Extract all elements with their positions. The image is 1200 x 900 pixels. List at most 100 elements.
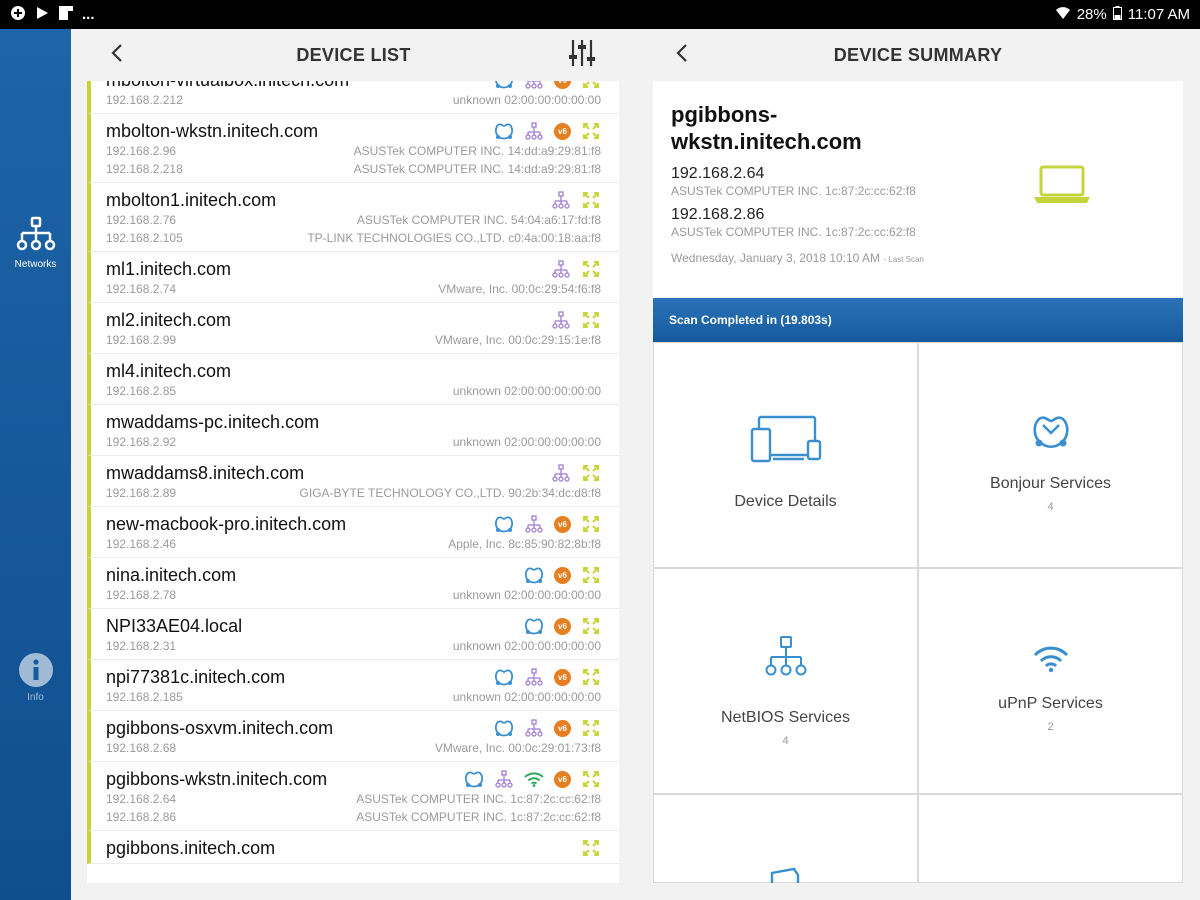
device-address-line: 192.168.2.31 unknown 02:00:00:00:00:00 bbox=[106, 637, 601, 655]
last-scan-date: Wednesday, January 3, 2018 10:10 AM - La… bbox=[671, 251, 924, 265]
tile-partial-right[interactable] bbox=[918, 794, 1183, 883]
device-service-icons: v6 bbox=[524, 564, 601, 586]
device-list-item[interactable]: mwaddams-pc.initech.com 192.168.2.92 unkno… bbox=[87, 405, 619, 456]
netbios-icon bbox=[551, 310, 571, 330]
ipv6-icon: v6 bbox=[554, 617, 571, 635]
ipv6-icon: v6 bbox=[554, 719, 571, 737]
device-service-icons: v6 bbox=[494, 81, 601, 91]
device-service-icons bbox=[551, 462, 601, 484]
bonjour-icon bbox=[494, 718, 514, 738]
device-list-item[interactable]: mbolton1.initech.com 192.168.2.76 ASUSTek … bbox=[87, 183, 619, 252]
netbios-icon bbox=[551, 259, 571, 279]
device-address-line: 192.168.2.76 ASUSTek COMPUTER INC. 54:04:… bbox=[106, 211, 601, 229]
device-list-scroll: mbolton-virtualbox.initech.comv6192.168.… bbox=[87, 81, 619, 864]
upnp-icon bbox=[581, 514, 601, 534]
device-ip: 192.168.2.105 bbox=[106, 231, 183, 245]
wifi-icon bbox=[524, 769, 544, 789]
upnp-icon bbox=[581, 838, 601, 858]
ipv6-icon: v6 bbox=[554, 668, 571, 686]
device-address-line: 192.168.2.46 Apple, Inc. 8c:85:90:82:8b:f… bbox=[106, 535, 601, 553]
netbios-services-tile[interactable]: NetBIOS Services 4 bbox=[653, 568, 918, 794]
device-list-item[interactable]: pgibbons-osxvm.initech.com v6 192.168.2.68… bbox=[87, 711, 619, 762]
netbios-icon bbox=[524, 667, 544, 687]
device-vendor-mac: unknown 02:00:00:00:00:00 bbox=[452, 384, 601, 398]
device-list-item[interactable]: ml4.initech.com 192.168.2.85 unknown 02:00… bbox=[87, 354, 619, 405]
wifi-signal-icon bbox=[1055, 6, 1071, 24]
device-list-item[interactable]: NPI33AE04.local v6 192.168.2.31 unknown 02:… bbox=[87, 609, 619, 660]
device-vendor-mac: Apple, Inc. 8c:85:90:82:8b:f8 bbox=[448, 537, 601, 551]
device-service-icons: v6 bbox=[494, 120, 601, 142]
system-status: 28% 11:07 AM bbox=[1055, 5, 1190, 24]
device-address-line: 192.168.2.64 ASUSTek COMPUTER INC. 1c:87:… bbox=[106, 790, 601, 808]
device-address-line: 192.168.2.218 ASUSTek COMPUTER INC. 14:dd… bbox=[106, 160, 601, 178]
upnp-icon bbox=[581, 463, 601, 483]
device-ip: 192.168.2.74 bbox=[106, 282, 177, 296]
bonjour-icon bbox=[494, 81, 514, 90]
filter-button[interactable] bbox=[566, 39, 598, 71]
network-icon bbox=[0, 215, 71, 255]
device-address-line: 192.168.2.74 VMware, Inc. 00:0c:29:54:f6:… bbox=[106, 280, 601, 298]
ipv6-icon: v6 bbox=[554, 81, 571, 89]
add-circle-icon bbox=[10, 5, 26, 25]
devices-icon bbox=[654, 415, 917, 463]
wifi-icon bbox=[919, 645, 1182, 673]
netbios-icon bbox=[551, 463, 571, 483]
device-ip: 192.168.2.68 bbox=[106, 741, 177, 755]
bonjour-services-tile[interactable]: Bonjour Services 4 bbox=[918, 342, 1183, 568]
device-list-item[interactable]: mbolton-virtualbox.initech.comv6192.168.… bbox=[87, 81, 619, 114]
device-ip: 192.168.2.89 bbox=[106, 486, 177, 500]
info-icon bbox=[0, 652, 71, 688]
device-list-item[interactable]: ml2.initech.com 192.168.2.99 VMware, Inc. … bbox=[87, 303, 619, 354]
tile-partial-left[interactable] bbox=[653, 794, 918, 883]
device-service-icons: v6 bbox=[524, 615, 601, 637]
device-address-line: 192.168.2.68 VMware, Inc. 00:0c:29:01:73:… bbox=[106, 739, 601, 757]
notification-icons: ... bbox=[10, 5, 95, 25]
sidebar-item-networks[interactable]: Networks bbox=[0, 215, 71, 270]
device-ip: 192.168.2.64 bbox=[106, 792, 177, 806]
upnp-icon bbox=[581, 565, 601, 585]
summary-title: DEVICE SUMMARY bbox=[833, 44, 1003, 65]
device-list-item[interactable]: pgibbons-wkstn.initech.com v6 192.168.2.64… bbox=[87, 762, 619, 831]
device-list-item[interactable]: npi77381c.initech.com v6 192.168.2.185 unkn… bbox=[87, 660, 619, 711]
device-list-item[interactable]: new-macbook-pro.initech.com v6 192.168.2.4… bbox=[87, 507, 619, 558]
device-list-item[interactable]: nina.initech.com v6 192.168.2.78 unknown 02… bbox=[87, 558, 619, 609]
device-ip: 192.168.2.185 bbox=[106, 690, 183, 704]
scan-status-banner: Scan Completed in (19.803s) bbox=[653, 298, 1183, 342]
laptop-icon bbox=[1033, 165, 1091, 210]
device-list-item[interactable]: pgibbons.initech.com bbox=[87, 831, 619, 864]
upnp-icon bbox=[581, 667, 601, 687]
device-hostname: mwaddams8.initech.com bbox=[106, 463, 305, 483]
tile-count: 4 bbox=[782, 735, 789, 747]
device-ip: 192.168.2.99 bbox=[106, 333, 177, 347]
device-list-item[interactable]: mbolton-wkstn.initech.com v6 192.168.2.96 A… bbox=[87, 114, 619, 183]
netbios-icon bbox=[524, 81, 544, 90]
device-address-line: 192.168.2.96 ASUSTek COMPUTER INC. 14:dd:… bbox=[106, 142, 601, 160]
device-service-icons bbox=[551, 309, 601, 331]
device-ip: 192.168.2.78 bbox=[106, 588, 177, 602]
device-details-tile[interactable]: Device Details bbox=[653, 342, 918, 568]
device-service-icons: v6 bbox=[464, 768, 601, 790]
device-hostname: pgibbons.initech.com bbox=[106, 838, 276, 858]
device-address-line: 192.168.2.92 unknown 02:00:00:00:00:00 bbox=[106, 433, 601, 451]
upnp-icon bbox=[581, 121, 601, 141]
device-service-icons: v6 bbox=[494, 513, 601, 535]
device-address-line: 192.168.2.86 ASUSTek COMPUTER INC. 1c:87:… bbox=[106, 808, 601, 826]
bonjour-icon bbox=[919, 413, 1182, 451]
sidebar-item-info[interactable]: Info bbox=[0, 652, 71, 703]
device-summary-back-button[interactable] bbox=[670, 43, 694, 67]
upnp-icon bbox=[581, 310, 601, 330]
device-list-item[interactable]: mwaddams8.initech.com 192.168.2.89 GIGA-BY… bbox=[87, 456, 619, 507]
device-hostname: mbolton1.initech.com bbox=[106, 190, 277, 210]
netbios-icon bbox=[494, 769, 514, 789]
device-list-back-button[interactable] bbox=[105, 43, 129, 67]
device-name: pgibbons-wkstn.initech.com bbox=[671, 102, 862, 154]
upnp-services-tile[interactable]: uPnP Services 2 bbox=[918, 568, 1183, 794]
device-ip: 192.168.2.86 bbox=[106, 810, 177, 824]
device-hostname: ml4.initech.com bbox=[106, 361, 232, 381]
device-address-line: 192.168.2.185 unknown 02:00:00:00:00:00 bbox=[106, 688, 601, 706]
ipv6-icon: v6 bbox=[554, 566, 571, 584]
tile-label: Device Details bbox=[734, 493, 837, 510]
device-list-item[interactable]: ml1.initech.com 192.168.2.74 VMware, Inc. … bbox=[87, 252, 619, 303]
device-hostname: ml1.initech.com bbox=[106, 259, 232, 279]
device-list[interactable]: mbolton-virtualbox.initech.comv6192.168.… bbox=[87, 81, 619, 883]
